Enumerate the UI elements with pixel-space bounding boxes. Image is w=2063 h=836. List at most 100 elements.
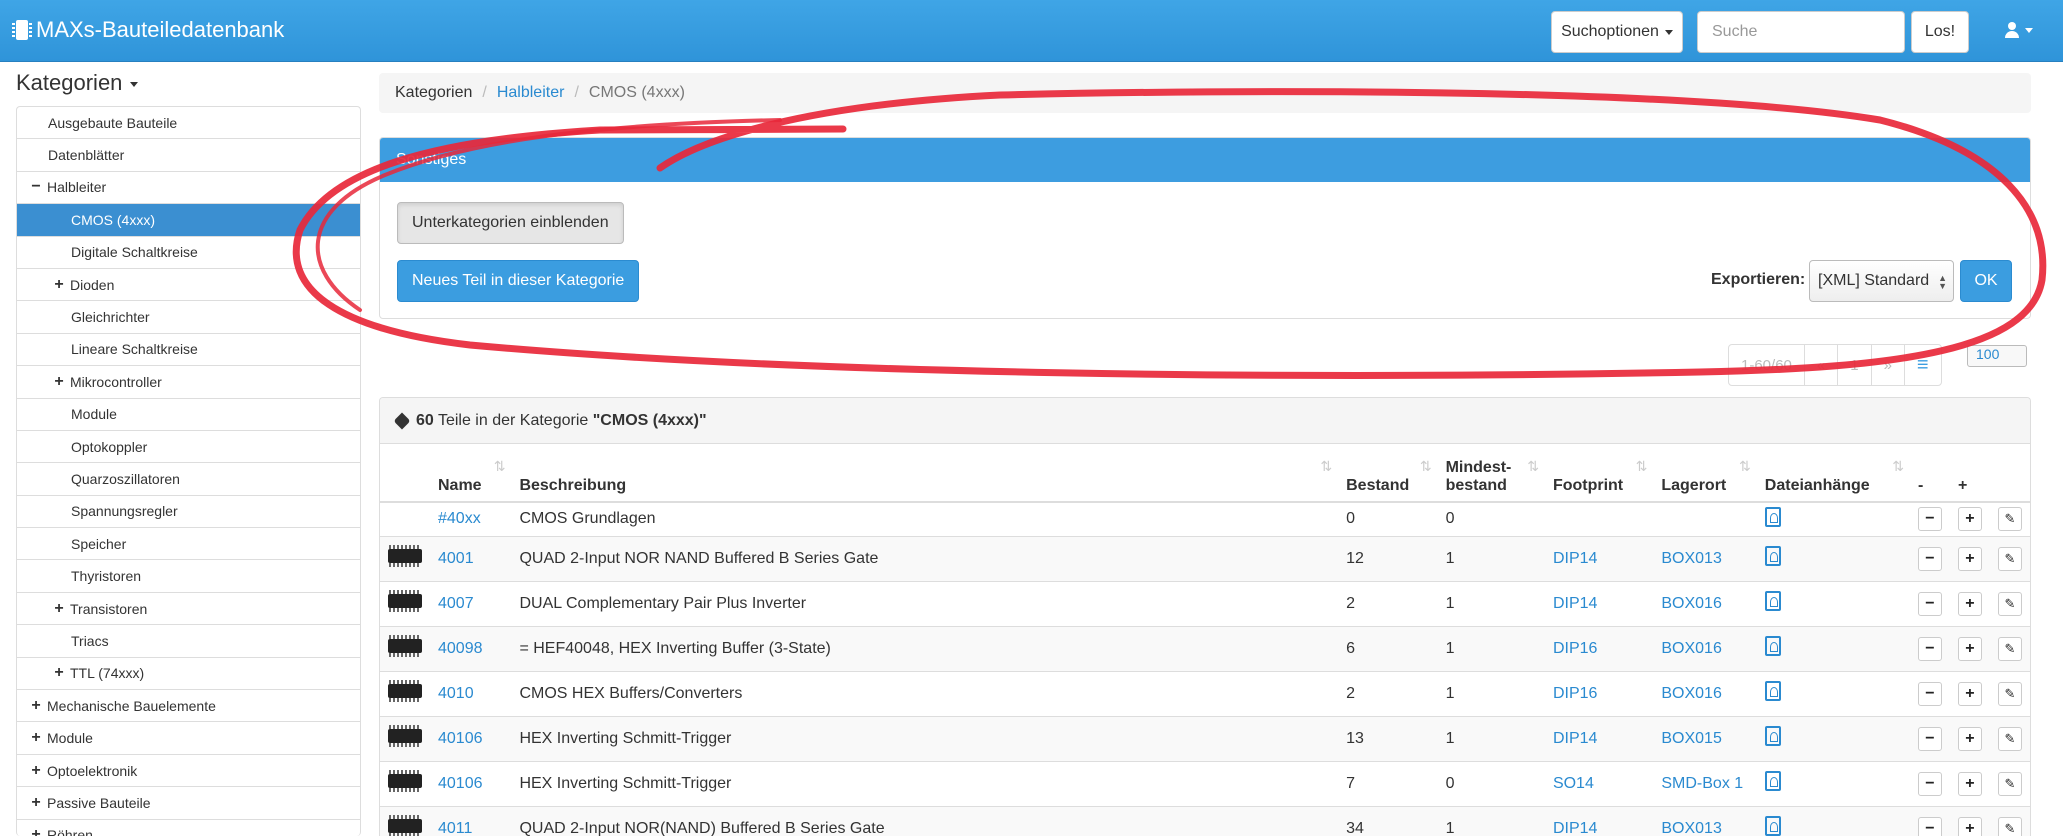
increase-stock-button[interactable]: + — [1957, 681, 1982, 706]
increase-stock-button[interactable]: + — [1957, 771, 1982, 796]
part-footprint-link[interactable]: SO14 — [1553, 775, 1594, 792]
per-page-select[interactable]: 100 — [1967, 345, 2027, 367]
sidebar-item[interactable]: + Mikrocontroller — [17, 366, 360, 399]
expand-icon[interactable]: + — [29, 729, 43, 747]
sidebar-item[interactable]: Spannungsregler — [17, 496, 360, 529]
part-footprint-link[interactable]: DIP16 — [1553, 685, 1597, 702]
part-footprint-link[interactable]: DIP14 — [1553, 550, 1597, 567]
sidebar-item[interactable]: Module — [17, 399, 360, 431]
sidebar-item[interactable]: Optokoppler — [17, 431, 360, 464]
part-location-link[interactable]: BOX013 — [1661, 550, 1721, 567]
edit-pencil-icon[interactable]: ✎ — [1998, 771, 2022, 796]
decrease-stock-button[interactable]: − — [1917, 816, 1942, 836]
search-options-button[interactable]: Suchoptionen — [1551, 11, 1683, 53]
export-format-select[interactable]: [XML] Standard ▲ ▼ — [1809, 260, 1954, 302]
edit-pencil-icon[interactable]: ✎ — [1998, 546, 2022, 571]
expand-icon[interactable]: + — [52, 373, 66, 391]
brand[interactable]: MAXs-Bauteiledatenbank — [12, 17, 284, 43]
edit-pencil-icon[interactable]: ✎ — [1998, 726, 2022, 751]
breadcrumb-parent[interactable]: Halbleiter — [497, 84, 565, 102]
sidebar-item[interactable]: Gleichrichter — [17, 301, 360, 334]
sidebar-item[interactable]: Triacs — [17, 625, 360, 658]
pagination-next[interactable]: » — [1872, 345, 1905, 385]
list-view-icon[interactable]: ≡ — [1905, 345, 1941, 385]
part-footprint-link[interactable]: DIP14 — [1553, 730, 1597, 747]
sidebar-item[interactable]: Thyristoren — [17, 560, 360, 593]
decrease-stock-button[interactable]: − — [1917, 681, 1942, 706]
part-name-link[interactable]: 40098 — [438, 640, 483, 657]
increase-stock-button[interactable]: + — [1957, 636, 1982, 661]
part-location-link[interactable]: BOX016 — [1661, 640, 1721, 657]
edit-pencil-icon[interactable]: ✎ — [1998, 816, 2022, 836]
increase-stock-button[interactable]: + — [1957, 726, 1982, 751]
decrease-stock-button[interactable]: − — [1917, 591, 1942, 616]
col-name[interactable]: Name ⇅ — [430, 444, 512, 503]
expand-icon[interactable]: + — [29, 697, 43, 715]
part-name-link[interactable]: 40106 — [438, 730, 483, 747]
part-footprint-link[interactable]: DIP14 — [1553, 595, 1597, 612]
go-button[interactable]: Los! — [1911, 11, 1969, 53]
ic-package-image[interactable] — [388, 545, 422, 567]
col-description[interactable]: Beschreibung ⇅ — [511, 444, 1339, 503]
increase-stock-button[interactable]: + — [1957, 816, 1982, 836]
pdf-icon[interactable] — [1764, 681, 1781, 701]
expand-icon[interactable]: + — [29, 794, 43, 812]
part-name-link[interactable]: 40106 — [438, 775, 483, 792]
pdf-icon[interactable] — [1764, 816, 1781, 836]
part-footprint-link[interactable]: DIP14 — [1553, 820, 1597, 836]
expand-icon[interactable]: + — [52, 664, 66, 682]
col-stock[interactable]: Bestand ⇅ — [1338, 444, 1438, 503]
user-menu[interactable] — [2005, 22, 2033, 38]
part-name-link[interactable]: 4007 — [438, 595, 474, 612]
pagination-page[interactable]: 1 — [1838, 345, 1872, 385]
export-ok-button[interactable]: OK — [1960, 260, 2012, 302]
edit-pencil-icon[interactable]: ✎ — [1998, 681, 2022, 706]
sidebar-item[interactable]: + Passive Bauteile — [17, 787, 360, 820]
part-footprint-link[interactable]: DIP16 — [1553, 640, 1597, 657]
part-location-link[interactable]: BOX013 — [1661, 820, 1721, 836]
part-location-link[interactable]: BOX016 — [1661, 595, 1721, 612]
decrease-stock-button[interactable]: − — [1917, 507, 1942, 532]
pdf-icon[interactable] — [1764, 636, 1781, 656]
decrease-stock-button[interactable]: − — [1917, 636, 1942, 661]
part-location-link[interactable]: BOX016 — [1661, 685, 1721, 702]
sidebar-item[interactable]: + Mechanische Bauelemente — [17, 690, 360, 723]
part-name-link[interactable]: 4011 — [438, 820, 472, 836]
part-name-link[interactable]: 4001 — [438, 550, 474, 567]
ic-package-image[interactable] — [388, 815, 422, 836]
sidebar-item[interactable]: Speicher — [17, 528, 360, 561]
pdf-icon[interactable] — [1764, 591, 1781, 611]
expand-icon[interactable]: + — [29, 762, 43, 780]
pagination-prev[interactable]: « — [1805, 345, 1839, 385]
sidebar-item[interactable]: + Dioden — [17, 269, 360, 302]
pdf-icon[interactable] — [1764, 546, 1781, 566]
col-footprint[interactable]: Footprint ⇅ — [1544, 444, 1654, 503]
edit-pencil-icon[interactable]: ✎ — [1998, 507, 2022, 532]
sidebar-item[interactable]: + Transistoren — [17, 593, 360, 626]
sidebar-item[interactable]: + Röhren — [17, 820, 360, 836]
increase-stock-button[interactable]: + — [1957, 546, 1982, 571]
sidebar-item[interactable]: CMOS (4xxx) — [17, 204, 360, 237]
sidebar-item[interactable]: Lineare Schaltkreise — [17, 334, 360, 367]
part-name-link[interactable]: 4010 — [438, 685, 474, 702]
sidebar-title[interactable]: Kategorien — [16, 70, 139, 96]
col-attachments[interactable]: Dateianhänge ⇅ — [1756, 444, 1910, 503]
collapse-icon[interactable]: − — [29, 178, 43, 196]
sidebar-item[interactable]: Datenblätter — [17, 139, 360, 172]
expand-icon[interactable]: + — [52, 600, 66, 618]
part-location-link[interactable]: BOX015 — [1661, 730, 1721, 747]
search-input[interactable] — [1697, 11, 1905, 53]
ic-package-image[interactable] — [388, 680, 422, 702]
ic-package-image[interactable] — [388, 770, 422, 792]
expand-icon[interactable]: + — [29, 826, 43, 836]
col-location[interactable]: Lagerort ⇅ — [1653, 444, 1757, 503]
edit-pencil-icon[interactable]: ✎ — [1998, 636, 2022, 661]
expand-icon[interactable]: + — [52, 276, 66, 294]
pdf-icon[interactable] — [1764, 506, 1781, 527]
ic-package-image[interactable] — [388, 590, 422, 612]
sidebar-item[interactable]: Quarzoszillatoren — [17, 463, 360, 496]
sidebar-item[interactable]: + TTL (74xxx) — [17, 658, 360, 691]
show-subcategories-button[interactable]: Unterkategorien einblenden — [397, 202, 624, 244]
increase-stock-button[interactable]: + — [1957, 507, 1982, 532]
sidebar-item[interactable]: − Halbleiter — [17, 172, 360, 205]
